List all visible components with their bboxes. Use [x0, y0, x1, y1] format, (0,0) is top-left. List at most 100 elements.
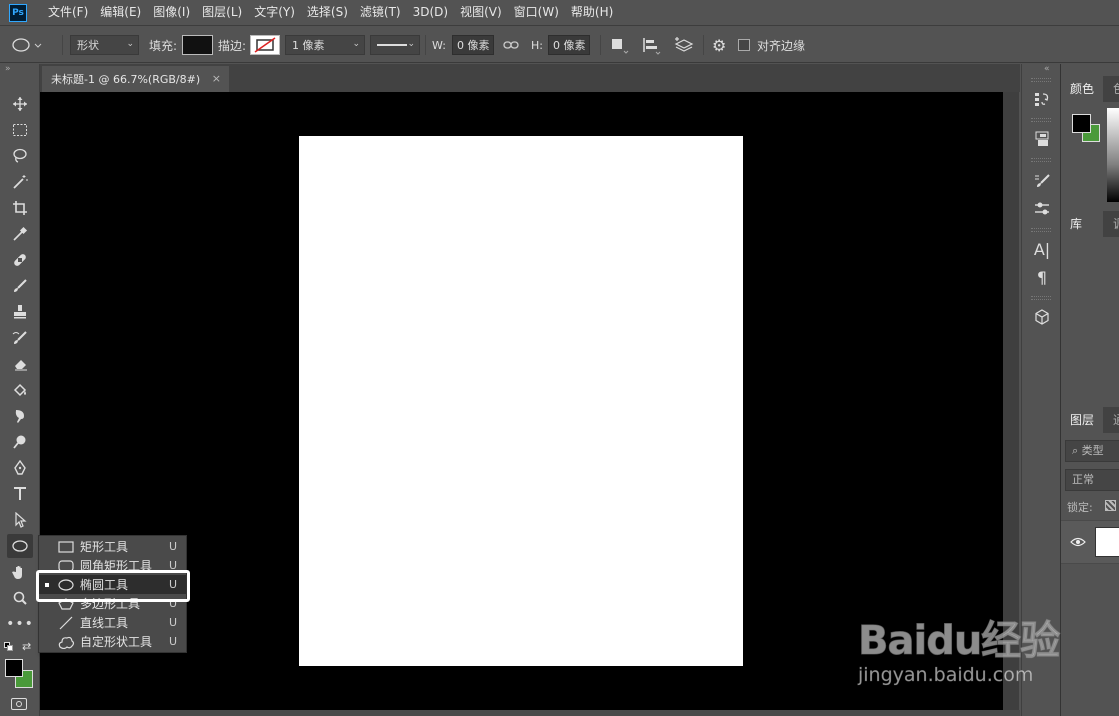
magic-wand-tool-icon[interactable]	[7, 170, 33, 194]
shortcut-key: U	[169, 559, 178, 572]
height-input[interactable]: 0 像素	[548, 35, 590, 55]
mode-dropdown[interactable]: 形状 ⌄	[70, 35, 139, 55]
properties-panel-icon[interactable]	[1031, 128, 1053, 150]
eraser-tool-icon[interactable]	[7, 352, 33, 376]
menu-edit[interactable]: 编辑(E)	[94, 0, 147, 25]
shortcut-key: U	[169, 597, 178, 610]
stroke-swatch[interactable]	[250, 35, 280, 55]
more-tools-icon[interactable]: •••	[6, 612, 33, 636]
lock-transparency-icon[interactable]	[1105, 500, 1116, 511]
pen-tool-icon[interactable]	[7, 456, 33, 480]
layer-filter-label: 类型	[1081, 444, 1104, 457]
history-panel-icon[interactable]	[1031, 88, 1053, 110]
menu-file[interactable]: 文件(F)	[42, 0, 94, 25]
hand-tool-icon[interactable]	[7, 560, 33, 584]
tab-libraries[interactable]: 库	[1061, 211, 1103, 237]
type-tool-icon[interactable]	[7, 482, 33, 506]
paragraph-panel-icon[interactable]: ¶	[1031, 266, 1053, 288]
dock-grip[interactable]	[1031, 118, 1051, 122]
blend-mode-dropdown[interactable]: 正常	[1065, 469, 1119, 491]
dock-grip[interactable]	[1031, 78, 1051, 82]
gear-icon[interactable]: ⚙	[712, 36, 726, 55]
tab-swatches[interactable]: 色	[1105, 76, 1119, 102]
history-brush-tool-icon[interactable]	[7, 326, 33, 350]
crop-tool-icon[interactable]	[7, 196, 33, 220]
clone-stamp-tool-icon[interactable]	[7, 300, 33, 324]
default-colors-icon[interactable]	[4, 642, 13, 651]
path-selection-tool-icon[interactable]	[7, 508, 33, 532]
custom-shape-tool-label: 自定形状工具	[80, 635, 153, 649]
ellipse-tool-icon[interactable]	[7, 534, 33, 558]
stroke-width-dropdown[interactable]: 1 像素 ⌄	[285, 35, 365, 55]
move-tool-icon[interactable]	[7, 92, 33, 116]
width-input[interactable]: 0 像素	[452, 35, 494, 55]
menu-help[interactable]: 帮助(H)	[565, 0, 619, 25]
custom-shape-tool-item[interactable]: 自定形状工具 U	[39, 632, 186, 651]
tab-color[interactable]: 颜色	[1061, 76, 1103, 102]
menu-view[interactable]: 视图(V)	[454, 0, 508, 25]
vertical-scrollbar[interactable]	[1003, 92, 1019, 710]
quick-mask-icon[interactable]	[11, 698, 27, 710]
healing-brush-tool-icon[interactable]	[7, 248, 33, 272]
ellipse-tool-item[interactable]: 椭圆工具 U	[39, 575, 186, 594]
layer-row[interactable]	[1061, 520, 1119, 564]
eyedropper-tool-icon[interactable]	[7, 222, 33, 246]
custom-shape-icon	[57, 634, 75, 649]
layer-thumbnail[interactable]	[1095, 527, 1119, 557]
menu-image[interactable]: 图像(I)	[147, 0, 196, 25]
dock-grip[interactable]	[1031, 296, 1051, 300]
lock-label: 锁定:	[1067, 501, 1093, 514]
path-arrangement-icon[interactable]	[672, 35, 696, 55]
rectangle-tool-item[interactable]: 矩形工具 U	[39, 537, 186, 556]
dock-grip[interactable]	[1031, 228, 1051, 232]
document-canvas[interactable]	[299, 136, 743, 666]
stroke-type-dropdown[interactable]: ⌄	[370, 35, 420, 55]
adjustments-panel-icon[interactable]	[1031, 198, 1053, 220]
tab-channels[interactable]: 通	[1105, 407, 1119, 433]
path-alignment-icon[interactable]	[640, 35, 662, 55]
rounded-rectangle-tool-item[interactable]: 圆角矩形工具 U	[39, 556, 186, 575]
brush-settings-panel-icon[interactable]	[1031, 170, 1053, 192]
align-edges-checkbox[interactable]	[738, 39, 750, 51]
menu-layer[interactable]: 图层(L)	[196, 0, 248, 25]
close-icon[interactable]: ×	[212, 72, 221, 85]
stroke-width-value: 1 像素	[292, 39, 325, 52]
collapse-panels-icon[interactable]: «	[1044, 64, 1050, 74]
swap-colors-icon[interactable]: ⇄	[22, 640, 31, 653]
polygon-tool-item[interactable]: 多边形工具 U	[39, 594, 186, 613]
visibility-eye-icon[interactable]	[1070, 537, 1086, 547]
dodge-tool-icon[interactable]	[7, 430, 33, 454]
tab-layers[interactable]: 图层	[1061, 407, 1103, 433]
menu-type[interactable]: 文字(Y)	[248, 0, 301, 25]
tab-adjustments[interactable]: 调	[1105, 211, 1119, 237]
collapse-toolbar-icon[interactable]: »	[5, 64, 11, 74]
width-label: W:	[432, 38, 446, 52]
menu-3d[interactable]: 3D(D)	[407, 0, 454, 25]
character-panel-icon[interactable]: A|	[1031, 238, 1053, 260]
menu-select[interactable]: 选择(S)	[301, 0, 354, 25]
menu-window[interactable]: 窗口(W)	[508, 0, 565, 25]
stroke-label: 描边:	[218, 38, 247, 53]
brush-tool-icon[interactable]	[7, 274, 33, 298]
rectangle-tool-label: 矩形工具	[80, 540, 129, 554]
zoom-tool-icon[interactable]	[7, 586, 33, 610]
color-spectrum[interactable]	[1107, 108, 1119, 202]
path-operations-icon[interactable]	[608, 35, 630, 55]
lasso-tool-icon[interactable]	[7, 144, 33, 168]
menu-filter[interactable]: 滤镜(T)	[354, 0, 407, 25]
link-icon[interactable]	[503, 39, 519, 51]
foreground-color-swatch[interactable]	[5, 659, 23, 677]
paint-bucket-tool-icon[interactable]	[7, 378, 33, 402]
dock-grip[interactable]	[1031, 158, 1051, 162]
layer-filter-kind[interactable]: ⌕ 类型	[1065, 440, 1119, 462]
line-tool-item[interactable]: 直线工具 U	[39, 613, 186, 632]
document-tab[interactable]: 未标题-1 @ 66.7%(RGB/8#) ×	[42, 66, 229, 92]
shortcut-key: U	[169, 635, 178, 648]
smudge-tool-icon[interactable]	[7, 404, 33, 428]
panel-foreground-swatch[interactable]	[1072, 114, 1091, 133]
chevron-down-icon: ⌄	[126, 39, 134, 49]
fill-swatch[interactable]	[182, 35, 213, 55]
rectangular-marquee-tool-icon[interactable]	[7, 118, 33, 142]
3d-panel-icon[interactable]	[1031, 306, 1053, 328]
tool-preset-picker[interactable]	[8, 26, 44, 64]
